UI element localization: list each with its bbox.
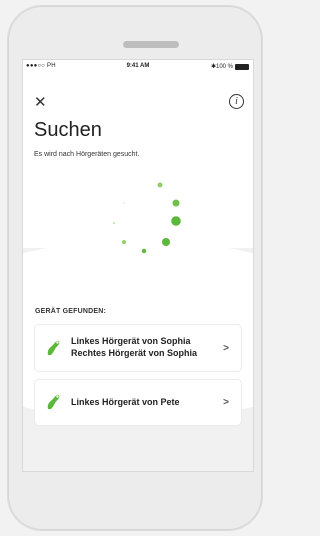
device-card-sophia[interactable]: Linkes Hörgerät von Sophia Rechtes Hörge… [35, 325, 241, 371]
spinner-dot [122, 240, 126, 244]
spinner-dot [113, 222, 115, 224]
spinner-dot [171, 216, 181, 226]
found-devices-label: GERÄT GEFUNDEN: [35, 308, 107, 315]
spinner-dot [162, 238, 170, 246]
spinner-dot [141, 248, 147, 254]
spinner-dot [172, 199, 180, 207]
spinner-dot [123, 202, 125, 204]
hearing-aid-icon [47, 394, 60, 409]
device-names: Linkes Hörgerät von Sophia Rechtes Hörge… [71, 335, 197, 359]
hearing-aid-icon [47, 340, 60, 355]
device-name-left: Linkes Hörgerät von Pete [71, 397, 180, 407]
device-name-left: Linkes Hörgerät von Sophia [71, 336, 191, 346]
chevron-right-icon: > [223, 397, 229, 408]
spinner-dot [157, 182, 163, 188]
phone-chin [22, 471, 252, 530]
device-name-right: Rechtes Hörgerät von Sophia [71, 348, 198, 358]
device-card-pete[interactable]: Linkes Hörgerät von Pete > [35, 380, 241, 425]
phone-speaker [123, 41, 179, 48]
chevron-right-icon: > [223, 343, 229, 354]
app-screen: ●●●○○ PH 9:41 AM ✱100 % ✕ i Suchen Es wi… [22, 59, 254, 472]
